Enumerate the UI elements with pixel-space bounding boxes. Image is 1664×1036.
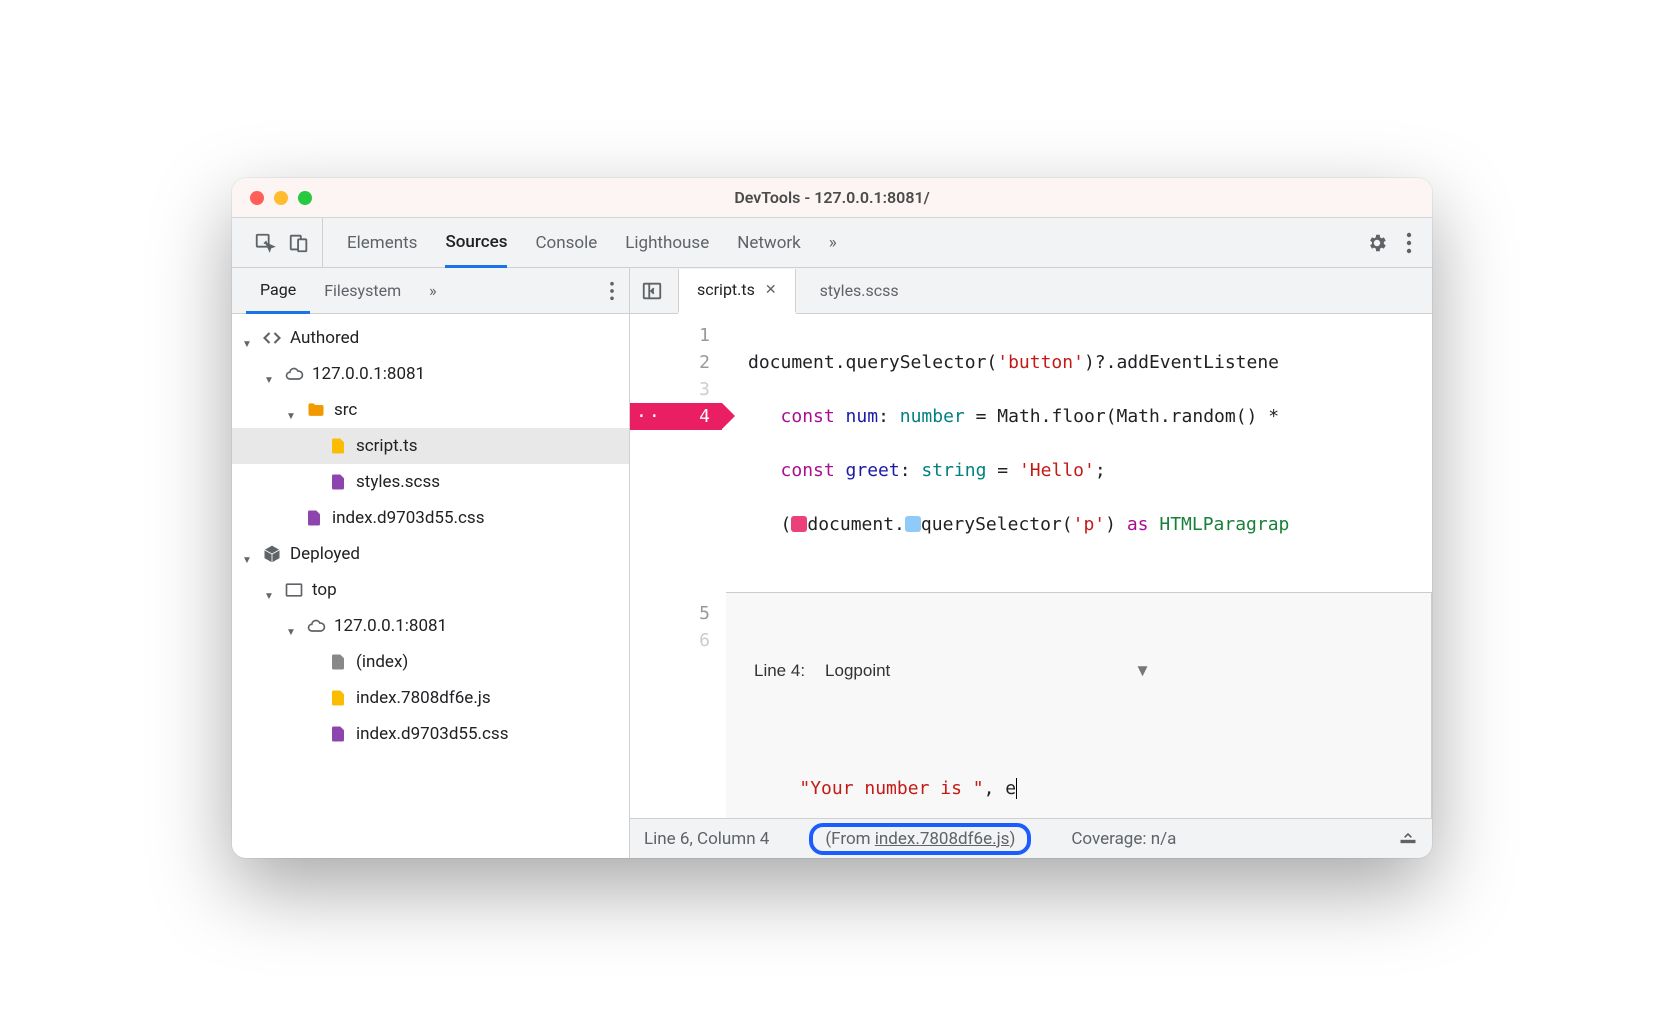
line-number[interactable]: 6 xyxy=(630,627,710,654)
frame-icon xyxy=(284,580,304,600)
tree-file-index-css-authored[interactable]: index.d9703d55.css xyxy=(232,500,629,536)
main-tab-strip: Elements Sources Console Lighthouse Netw… xyxy=(232,218,1432,268)
box-icon xyxy=(262,544,282,564)
sidebar-tab-strip: Page Filesystem » xyxy=(232,268,629,314)
dropdown-icon[interactable]: ▼ xyxy=(1134,657,1151,684)
tree-label: Authored xyxy=(290,328,359,348)
drawer-toggle-icon[interactable] xyxy=(1398,829,1418,849)
tree-label: 127.0.0.1:8081 xyxy=(312,364,425,384)
editor-tab-label: styles.scss xyxy=(820,281,899,300)
js-file-icon xyxy=(328,688,348,708)
editor-tab-strip: script.ts ✕ styles.scss xyxy=(630,268,1432,314)
sidebar-tab-page[interactable]: Page xyxy=(246,269,310,314)
minimize-window-button[interactable] xyxy=(274,191,288,205)
tree-authored[interactable]: Authored xyxy=(232,320,629,356)
toggle-navigator-icon[interactable] xyxy=(638,277,666,305)
tab-network[interactable]: Network xyxy=(737,218,801,267)
code-editor[interactable]: 1 2 3 4 5 6 document.querySelector('butt… xyxy=(630,314,1432,818)
file-tree: Authored 127.0.0.1:8081 src script.ts xyxy=(232,314,629,858)
tree-label: Deployed xyxy=(290,544,360,564)
line-number[interactable]: 3 xyxy=(630,376,710,403)
close-window-button[interactable] xyxy=(250,191,264,205)
cloud-icon xyxy=(284,364,304,384)
code-icon xyxy=(262,328,282,348)
coverage-status: Coverage: n/a xyxy=(1071,829,1176,849)
tree-label: top xyxy=(312,580,337,600)
logpoint-expression-input[interactable]: "Your number is ", e xyxy=(726,744,1431,818)
tab-sources[interactable]: Sources xyxy=(445,219,507,268)
devtools-window: DevTools - 127.0.0.1:8081/ Elements Sour… xyxy=(232,178,1432,858)
line-gutter[interactable]: 1 2 3 4 5 6 xyxy=(630,314,726,818)
folder-icon xyxy=(306,400,326,420)
tabs-overflow-icon[interactable]: » xyxy=(829,218,837,267)
tree-label: index.d9703d55.css xyxy=(356,724,508,744)
tab-console[interactable]: Console xyxy=(535,218,597,267)
device-toggle-icon[interactable] xyxy=(288,232,310,254)
line-number[interactable]: 1 xyxy=(630,322,710,349)
code-text[interactable]: document.querySelector('button')?.addEve… xyxy=(726,314,1432,818)
css-file-icon xyxy=(328,472,348,492)
editor-panel: script.ts ✕ styles.scss 1 2 3 4 5 6 docu xyxy=(630,268,1432,858)
titlebar: DevTools - 127.0.0.1:8081/ xyxy=(232,178,1432,218)
sourcemap-marker-icon xyxy=(905,516,921,532)
navigator-sidebar: Page Filesystem » Authored 127.0.0.1:808… xyxy=(232,268,630,858)
editor-status-bar: Line 6, Column 4 (From index.7808df6e.js… xyxy=(630,818,1432,858)
tab-lighthouse[interactable]: Lighthouse xyxy=(625,218,709,267)
logpoint-marker[interactable]: 4 xyxy=(630,403,722,430)
tab-elements[interactable]: Elements xyxy=(347,218,417,267)
logpoint-line-label: Line 4: xyxy=(754,657,805,684)
logpoint-type-select[interactable]: Logpoint xyxy=(825,657,890,684)
tree-file-index-css-deployed[interactable]: index.d9703d55.css xyxy=(232,716,629,752)
cursor-position: Line 6, Column 4 xyxy=(644,829,769,849)
tree-frame-top[interactable]: top xyxy=(232,572,629,608)
line-number[interactable]: 5 xyxy=(630,600,710,627)
cloud-icon xyxy=(306,616,326,636)
tree-label: 127.0.0.1:8081 xyxy=(334,616,447,636)
sidebar-more-icon[interactable] xyxy=(609,281,629,301)
editor-tab-script-ts[interactable]: script.ts ✕ xyxy=(678,269,796,314)
tree-file-script-ts[interactable]: script.ts xyxy=(232,428,629,464)
sidebar-tabs-overflow-icon[interactable]: » xyxy=(415,268,451,313)
window-title: DevTools - 127.0.0.1:8081/ xyxy=(232,188,1432,207)
tree-host-authored[interactable]: 127.0.0.1:8081 xyxy=(232,356,629,392)
sourcemap-origin-link[interactable]: index.7808df6e.js xyxy=(875,829,1010,849)
tree-label: index.7808df6e.js xyxy=(356,688,491,708)
settings-icon[interactable] xyxy=(1366,232,1388,254)
tree-host-deployed[interactable]: 127.0.0.1:8081 xyxy=(232,608,629,644)
editor-tab-styles-scss[interactable]: styles.scss xyxy=(802,268,917,313)
tree-deployed[interactable]: Deployed xyxy=(232,536,629,572)
sourcemap-marker-icon xyxy=(791,516,807,532)
tree-label: index.d9703d55.css xyxy=(332,508,484,528)
css-file-icon xyxy=(328,724,348,744)
line-number[interactable]: 2 xyxy=(630,349,710,376)
editor-tab-label: script.ts xyxy=(697,280,755,299)
sidebar-tab-filesystem[interactable]: Filesystem xyxy=(310,268,415,313)
maximize-window-button[interactable] xyxy=(298,191,312,205)
tree-label: script.ts xyxy=(356,436,418,456)
traffic-lights xyxy=(232,191,312,205)
css-file-icon xyxy=(304,508,324,528)
tree-folder-src[interactable]: src xyxy=(232,392,629,428)
tree-file-index-js[interactable]: index.7808df6e.js xyxy=(232,680,629,716)
tree-label: styles.scss xyxy=(356,472,440,492)
more-options-icon[interactable] xyxy=(1406,232,1412,254)
close-tab-icon[interactable]: ✕ xyxy=(765,282,777,298)
tree-label: (index) xyxy=(356,652,408,672)
tree-label: src xyxy=(334,400,357,420)
inspect-icon[interactable] xyxy=(254,232,276,254)
js-file-icon xyxy=(328,436,348,456)
file-icon xyxy=(328,652,348,672)
tree-file-styles-scss[interactable]: styles.scss xyxy=(232,464,629,500)
sourcemap-origin[interactable]: (From index.7808df6e.js) xyxy=(809,823,1031,855)
tree-file-index[interactable]: (index) xyxy=(232,644,629,680)
logpoint-editor: Line 4: Logpoint ▼ "Your number is ", e … xyxy=(726,592,1432,818)
